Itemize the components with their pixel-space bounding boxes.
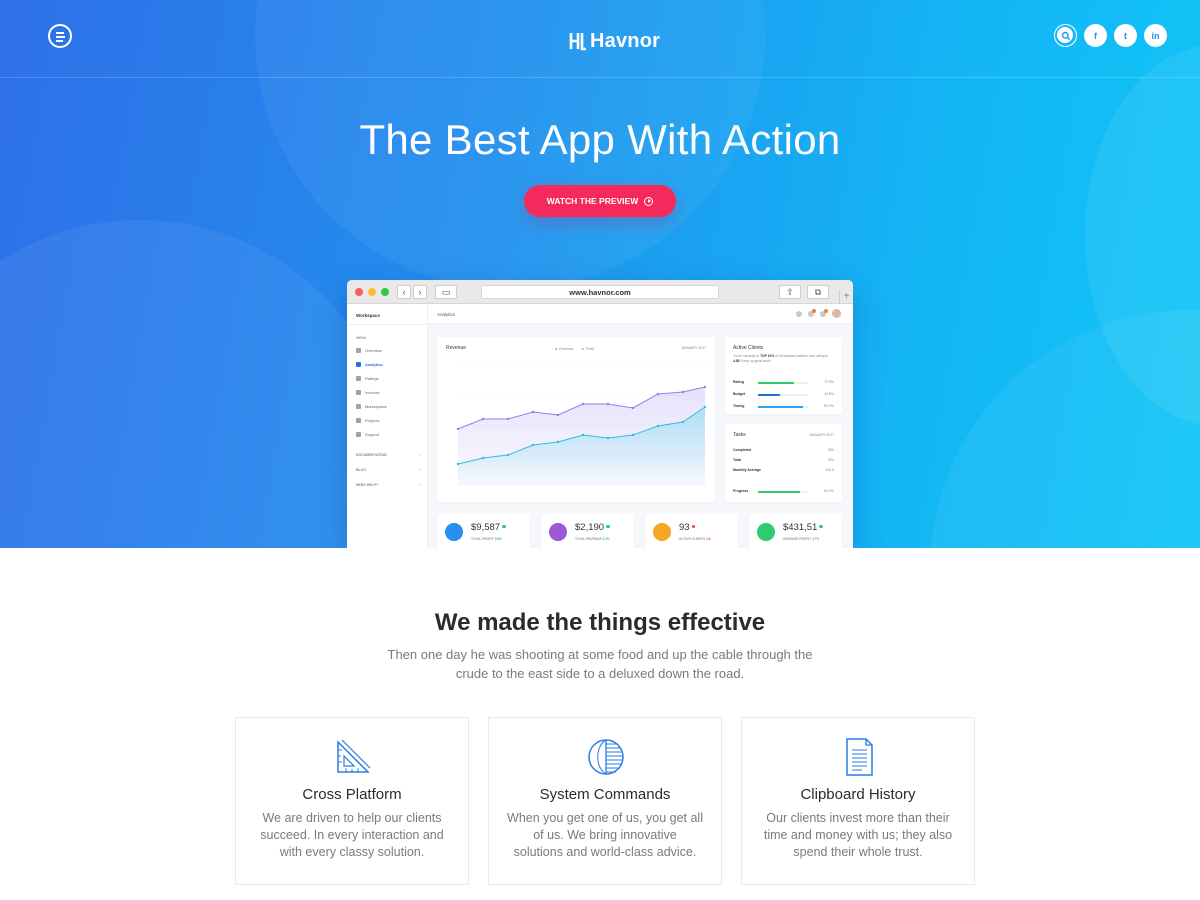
revenue-card: Revenue Revenue Profit JANUARY 2017 [437,337,715,502]
metric-rating: Rating 72.3% [733,380,834,384]
feature-card-clipboard-history: Clipboard History Our clients invest mor… [741,717,975,885]
sidebar-toggle-icon: ▭ [435,285,457,299]
browser-mockup: ‹ › ▭ www.havnor.com ⇧ ⧉ + Workspace MEN… [347,280,853,548]
decor-circle [0,220,400,548]
nav-item-analytics: Analytics [356,362,383,367]
feature-text: When you get one of us, you get all of u… [507,811,703,859]
star-icon [356,376,361,381]
star-icon [796,310,802,317]
nav-section-help: NEED HELP? › [356,483,420,487]
feature-text: We are driven to help our clients succee… [260,811,444,859]
globe-half-icon [588,739,624,775]
wallet-icon [757,523,775,541]
task-row: Total 520 [733,458,834,462]
user-icon [653,523,671,541]
workspace-title: Workspace [356,313,380,318]
share-icon: ⇧ [779,285,801,299]
nav-section-blog: BLOG › [356,468,420,472]
dashboard-sidebar: Workspace MENU Overview Analytics Rating… [347,304,428,548]
hamburger-icon[interactable] [48,24,72,48]
analytics-icon [356,362,361,367]
maximize-dot-icon [381,288,389,296]
nav-item-overview: Overview [356,348,382,353]
browser-toolbar: ‹ › ▭ www.havnor.com ⇧ ⧉ + [347,280,853,304]
task-row: Monthly Average 240.5 [733,468,834,472]
feature-text: Our clients invest more than their time … [763,811,953,859]
folder-icon [356,418,361,423]
feature-title: Cross Platform [302,786,402,803]
pie-icon [549,523,567,541]
play-icon [644,196,654,206]
hero-title: The Best App With Action [359,116,841,163]
facebook-icon[interactable]: f [1084,24,1107,47]
dashboard-header: Analytics [428,304,853,324]
dashboard-page-title: Analytics [437,312,456,317]
watch-preview-button[interactable]: WATCH THE PREVIEW [524,185,676,217]
support-icon [356,432,361,437]
chart-icon [445,523,463,541]
nav-section-documentation: DOCUMENTATION › [356,453,420,457]
cta-label: WATCH THE PREVIEW [546,196,639,206]
search-icon[interactable] [1054,24,1077,47]
hero-section: Havnor f t in The Best App With Action W… [0,0,1200,548]
nav-item-invoices: Invoices [356,390,380,395]
forward-icon: › [413,285,427,299]
tabs-icon: ⧉ [807,285,829,299]
task-row: Completed 390 [733,448,834,452]
stat-card-total-profit: $9,587 TOTAL PROFIT 9.8% [437,514,530,548]
feature-title: System Commands [539,786,671,803]
store-icon [356,404,361,409]
tasks-title: Tasks [733,432,746,438]
document-icon [846,738,873,776]
active-clients-text: You're currently in TOP 10% of Workspace… [733,354,828,363]
message-icon [820,308,828,317]
active-clients-card: Active Clients You're currently in TOP 1… [725,337,842,414]
close-dot-icon [355,288,363,296]
menu-label: MENU [356,336,367,340]
revenue-line-chart [456,364,707,486]
feature-card-system-commands: System Commands When you get one of us, … [488,717,722,885]
linkedin-icon[interactable]: in [1144,24,1167,47]
stat-card-active-clients: 93 ACTIVE CLIENTS 1.5 [645,514,738,548]
header-divider [0,77,1200,78]
address-bar: www.havnor.com [481,285,719,299]
minimize-dot-icon [368,288,376,296]
dashboard-app: Workspace MENU Overview Analytics Rating… [347,304,853,548]
invoice-icon [356,390,361,395]
stat-card-average-profit: $431,51 AVERAGE PROFIT 3.7% [749,514,842,548]
ruler-triangle-icon [337,739,371,773]
active-clients-title: Active Clients [733,345,764,351]
stat-card-total-revenue: $2,190 TOTAL REVENUE 2.2% [541,514,634,548]
home-icon [356,348,361,353]
metric-timing: Timing 89.2% [733,404,834,408]
tasks-period: JANUARY 2017 [809,433,834,437]
features-section-text: Then one day he was shooting at some foo… [387,647,813,681]
nav-item-projects: Projects [356,418,379,423]
nav-item-ratings: Ratings [356,376,379,381]
back-icon: ‹ [397,285,411,299]
feature-card-cross-platform: Cross Platform We are driven to help our… [235,717,469,885]
tasks-card: Tasks JANUARY 2017 Completed 390 Total 520… [725,424,842,502]
metric-budget: Budget 43.8% [733,392,834,396]
nav-item-marketplace: Marketplace [356,404,387,409]
avatar [832,309,841,318]
nav-item-support: Support [356,432,379,437]
task-progress: Progress 83.3% [733,489,834,493]
twitter-icon[interactable]: t [1114,24,1137,47]
logo-mark-icon [569,33,586,51]
social-links: f t in [1054,24,1167,47]
notification-icon [808,308,816,317]
brand-name: Havnor [590,29,661,52]
brand-logo[interactable]: Havnor [569,28,660,54]
new-tab-icon: + [839,290,853,304]
features-section-title: We made the things effective [434,609,766,636]
feature-title: Clipboard History [800,786,916,803]
